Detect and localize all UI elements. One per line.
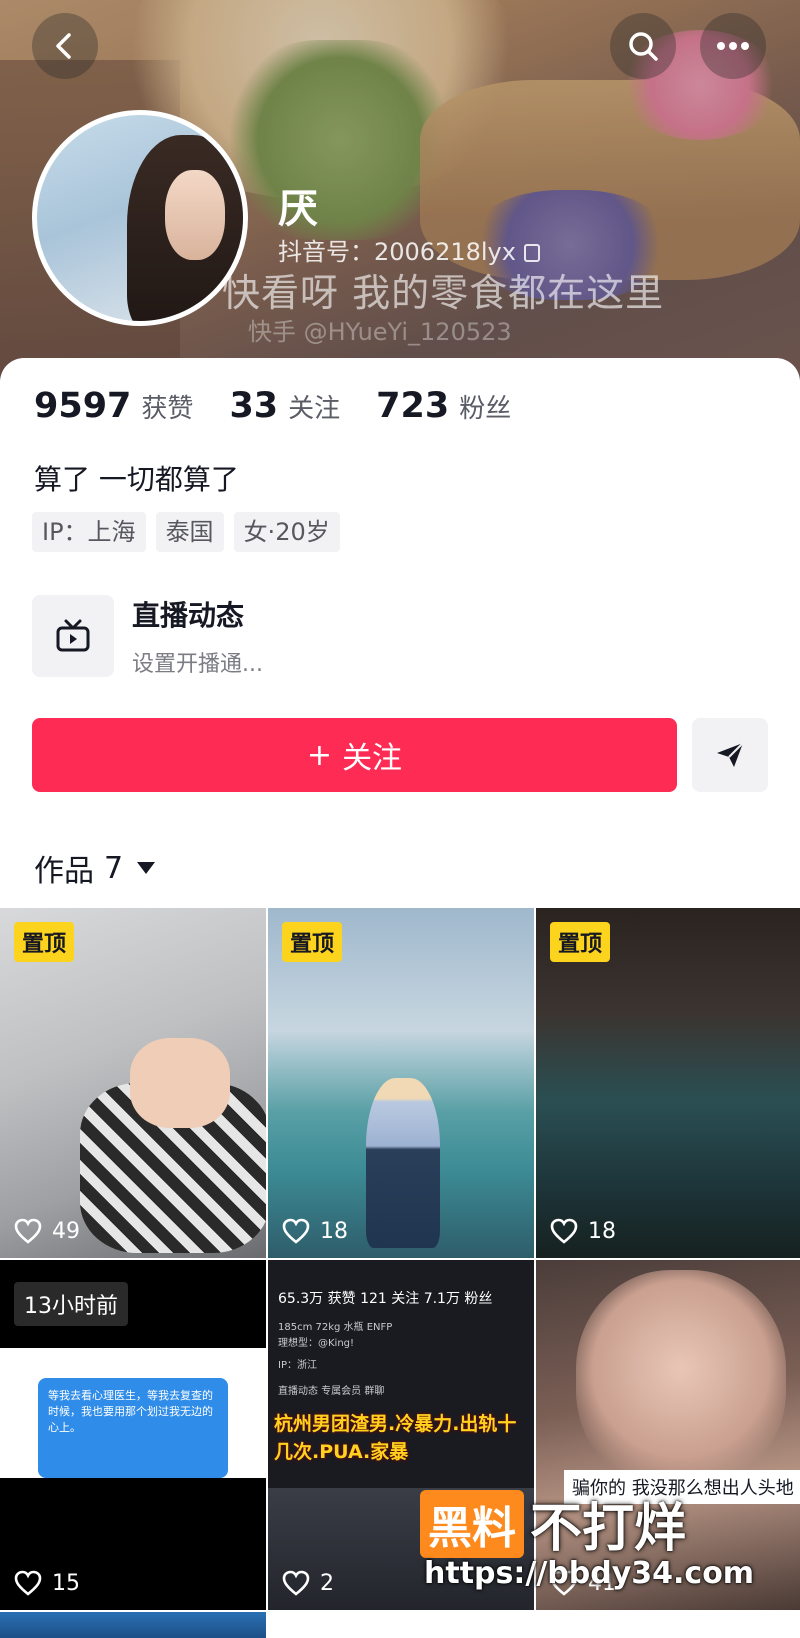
back-icon [56, 33, 71, 59]
bio: 算了 一切都算了 [34, 463, 239, 496]
like-count: 18 [282, 1218, 348, 1244]
heart-icon [282, 1570, 310, 1596]
followers-label[interactable]: 粉丝 [459, 388, 511, 425]
mini-ideal: 理想型：@King! [278, 1338, 355, 1349]
like-count-text: 49 [52, 1218, 80, 1244]
search-icon [629, 32, 658, 61]
heart-icon [14, 1218, 42, 1244]
video-tile-empty [268, 1612, 534, 1638]
like-count-text: 15 [52, 1570, 80, 1596]
cover-watermark: 快手 @HYueYi_120523 [248, 318, 512, 346]
works-tab[interactable]: 作品 7 [34, 846, 156, 890]
video-tile[interactable]: 置顶 49 [0, 908, 266, 1258]
douyin-id-text: 抖音号：2006218lyx [278, 238, 516, 266]
douyin-id[interactable]: 抖音号：2006218lyx [278, 232, 540, 267]
following-label[interactable]: 关注 [288, 388, 340, 425]
heart-icon [282, 1218, 310, 1244]
watermark-text: 不打烊 [530, 1499, 687, 1559]
send-message-button[interactable] [692, 718, 768, 792]
tag-list: IP：上海 泰国 女·20岁 [32, 512, 340, 552]
profile-card: 9597 获赞 33 关注 723 粉丝 算了 一切都算了 IP：上海 泰国 女… [0, 358, 800, 1638]
follow-plus-icon: + [306, 737, 333, 773]
heart-icon [550, 1218, 578, 1244]
stats-row: 9597 获赞 33 关注 723 粉丝 [34, 386, 547, 426]
tag-ip: IP：上海 [32, 512, 146, 552]
likes-label: 获赞 [141, 394, 194, 424]
mini-menu: 直播动态 专属会员 群聊 [278, 1386, 385, 1397]
mini-ip: IP：浙江 [278, 1360, 317, 1371]
avatar[interactable] [32, 110, 248, 326]
like-count-text: 2 [320, 1570, 334, 1596]
like-count: 18 [550, 1218, 616, 1244]
caret-down-icon[interactable] [137, 862, 156, 874]
mini-stats: 65.3万 获赞 121 关注 7.1万 粉丝 [278, 1291, 493, 1307]
tv-icon [56, 619, 90, 652]
following-count[interactable]: 33 [229, 386, 278, 426]
heart-icon [14, 1570, 42, 1596]
headline-text: 杭州男团渣男.冷暴力.出轨十几次.PUA.家暴 [274, 1413, 517, 1463]
likes-count: 9597 [34, 386, 132, 426]
time-badge: 13小时前 [14, 1282, 128, 1326]
pin-badge: 置顶 [282, 922, 343, 962]
video-tile-empty [536, 1612, 800, 1638]
watermark-url: https://bbdy34.com [424, 1556, 755, 1591]
video-tile[interactable] [0, 1612, 266, 1638]
back-button[interactable] [32, 13, 98, 79]
send-icon [717, 742, 744, 767]
like-count: 49 [14, 1218, 80, 1244]
site-watermark: 黑料 不打烊 [420, 1486, 686, 1561]
mini-info: 185cm 72kg 水瓶 ENFP [278, 1322, 393, 1333]
followers-count[interactable]: 723 [376, 386, 449, 426]
watermark-box: 黑料 [420, 1489, 524, 1558]
live-subtitle: 设置开播通... [132, 652, 263, 677]
search-button[interactable] [610, 13, 676, 79]
works-count: 7 [104, 850, 124, 886]
tag-gender-age: 女·20岁 [233, 512, 340, 552]
live-dynamics[interactable]: 直播动态 设置开播通... [32, 594, 263, 678]
follow-button[interactable]: + 关注 [32, 718, 677, 792]
follow-label: 关注 [342, 741, 403, 776]
like-count: 15 [14, 1570, 80, 1596]
live-title: 直播动态 [132, 599, 245, 632]
tag-location: 泰国 [155, 512, 224, 552]
works-label: 作品 [34, 854, 94, 889]
profile-name: 厌 [278, 186, 318, 232]
like-count-text: 18 [320, 1218, 348, 1244]
live-icon-box [32, 595, 114, 677]
video-tile[interactable]: 13小时前 等我去看心理医生，等我去复查的时候，我也要用那个划过我无边的心上。 … [0, 1260, 266, 1610]
cover-caption: 快看呀 我的零食都在这里 [222, 271, 665, 315]
like-count-text: 18 [588, 1218, 616, 1244]
chat-bubble: 等我去看心理医生，等我去复查的时候，我也要用那个划过我无边的心上。 [38, 1378, 228, 1478]
pin-badge: 置顶 [14, 922, 75, 962]
more-button[interactable] [700, 13, 766, 79]
more-icon [717, 42, 749, 50]
video-tile[interactable]: 置顶 18 [268, 908, 534, 1258]
like-count: 2 [282, 1570, 334, 1596]
copy-icon[interactable] [523, 244, 540, 262]
pin-badge: 置顶 [550, 922, 611, 962]
video-tile[interactable]: 置顶 18 [536, 908, 800, 1258]
